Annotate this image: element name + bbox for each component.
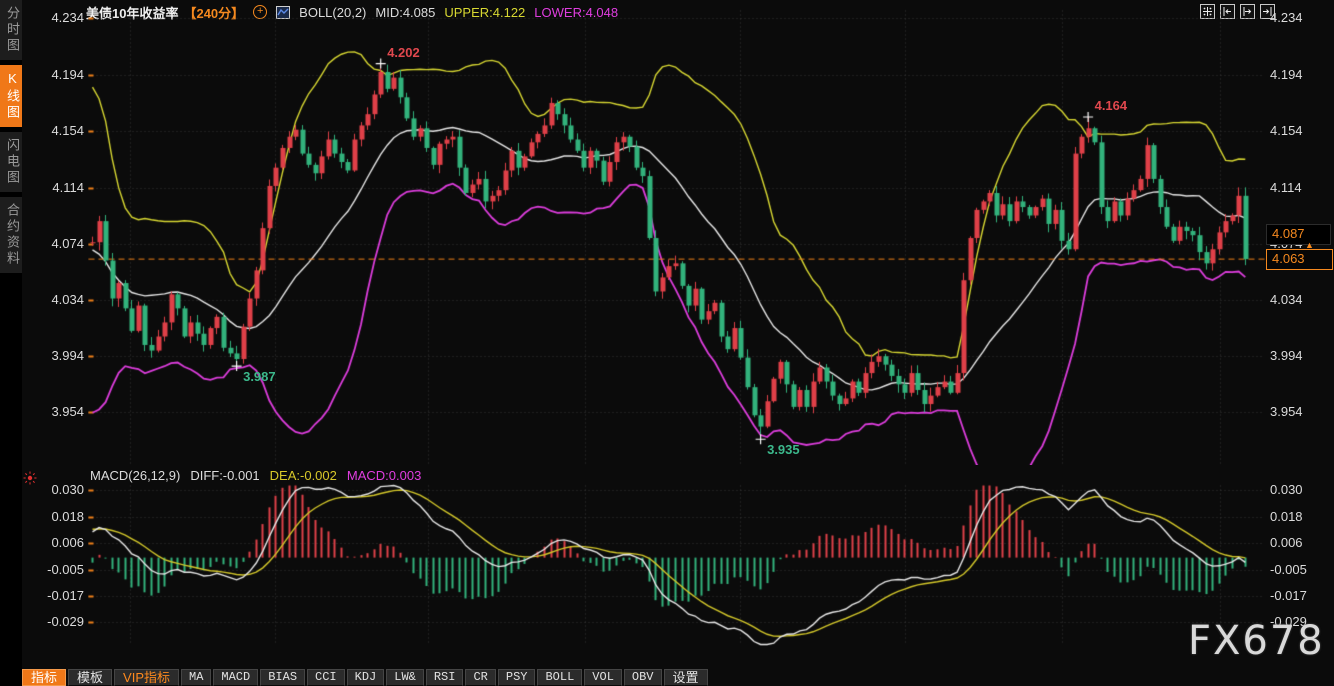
price-axis-label: 3.994: [1270, 349, 1303, 363]
toolbar-button-CR[interactable]: CR: [465, 669, 495, 686]
macd-axis-label: -0.005: [1270, 563, 1307, 577]
price-axis-label: 4.074: [24, 237, 84, 251]
price-axis-label: 4.154: [1270, 124, 1303, 138]
sidebar: 分时图 K线图 闪电图 合约资料: [0, 0, 22, 686]
app-root: 分时图 K线图 闪电图 合约资料 美债10年收益率 【240分】 + BOLL(…: [0, 0, 1334, 686]
price-axis-label: 4.114: [24, 181, 84, 195]
indicator-toolbar: 指标模板VIP指标MAMACDBIASCCIKDJLW&RSICRPSYBOLL…: [22, 669, 708, 686]
low-price-marker: 3.987: [243, 369, 276, 384]
toolbar-button-MA[interactable]: MA: [181, 669, 211, 686]
price-up-arrow-icon: ▲: [1305, 240, 1314, 250]
toolbar-button-模板[interactable]: 模板: [68, 669, 112, 686]
macd-hist-value: MACD:0.003: [347, 468, 421, 483]
price-axis-label: 4.194: [24, 68, 84, 82]
macd-axis-label: 0.018: [24, 510, 84, 524]
macd-axis-label: -0.017: [24, 589, 84, 603]
price-box-close: 4.087: [1266, 224, 1331, 245]
macd-axis-label: -0.029: [24, 615, 84, 629]
price-axis-label: 4.234: [24, 11, 84, 25]
macd-axis-label: -0.017: [1270, 589, 1307, 603]
price-axis-label: 4.194: [1270, 68, 1303, 82]
sidebar-item-time-chart[interactable]: 分时图: [0, 0, 22, 60]
macd-header: MACD(26,12,9) DIFF:-0.001 DEA:-0.002 MAC…: [90, 468, 421, 483]
price-axis-label: 3.994: [24, 349, 84, 363]
macd-axis-label: 0.030: [1270, 483, 1303, 497]
price-axis-label: 4.114: [1270, 181, 1302, 195]
indicator-settings-icon[interactable]: [23, 471, 37, 490]
toolbar-button-BIAS[interactable]: BIAS: [260, 669, 305, 686]
macd-indicator-chart[interactable]: [88, 483, 1266, 646]
macd-axis-label: 0.018: [1270, 510, 1303, 524]
price-axis-label: 3.954: [1270, 405, 1303, 419]
toolbar-button-CCI[interactable]: CCI: [307, 669, 345, 686]
toolbar-button-设置[interactable]: 设置: [664, 669, 708, 686]
sidebar-item-kline-chart[interactable]: K线图: [0, 65, 22, 127]
price-axis-label: 4.234: [1270, 11, 1303, 25]
macd-diff-value: DIFF:-0.001: [190, 468, 259, 483]
high-price-marker: 4.202: [387, 45, 420, 60]
toolbar-button-LW&[interactable]: LW&: [386, 669, 424, 686]
brand-watermark: FX678: [1188, 618, 1325, 664]
low-price-marker: 3.935: [767, 442, 800, 457]
macd-name: MACD(26,12,9): [90, 468, 180, 483]
date-axis: 240分 ▲ 2025/10/13 15:00~19:00 一 09/1109/…: [0, 648, 1334, 668]
macd-axis-label: -0.005: [24, 563, 84, 577]
high-price-marker: 4.164: [1095, 98, 1128, 113]
sidebar-item-flash-chart[interactable]: 闪电图: [0, 132, 22, 192]
toolbar-button-OBV[interactable]: OBV: [624, 669, 662, 686]
price-axis-label: 3.954: [24, 405, 84, 419]
toolbar-button-MACD[interactable]: MACD: [213, 669, 258, 686]
main-price-chart[interactable]: [88, 8, 1266, 465]
macd-dea-value: DEA:-0.002: [270, 468, 337, 483]
toolbar-button-PSY[interactable]: PSY: [498, 669, 536, 686]
toolbar-button-指标[interactable]: 指标: [22, 669, 66, 686]
macd-axis-label: 0.006: [1270, 536, 1303, 550]
toolbar-button-VIP指标[interactable]: VIP指标: [114, 669, 179, 686]
toolbar-button-KDJ[interactable]: KDJ: [347, 669, 385, 686]
macd-axis-label: 0.006: [24, 536, 84, 550]
sidebar-item-contract-info[interactable]: 合约资料: [0, 197, 22, 273]
toolbar-button-BOLL[interactable]: BOLL: [537, 669, 582, 686]
price-axis-label: 4.154: [24, 124, 84, 138]
price-axis-label: 4.034: [24, 293, 84, 307]
price-axis-label: 4.034: [1270, 293, 1303, 307]
price-box-current: 4.063: [1266, 249, 1333, 270]
toolbar-button-VOL[interactable]: VOL: [584, 669, 622, 686]
toolbar-button-RSI[interactable]: RSI: [426, 669, 464, 686]
